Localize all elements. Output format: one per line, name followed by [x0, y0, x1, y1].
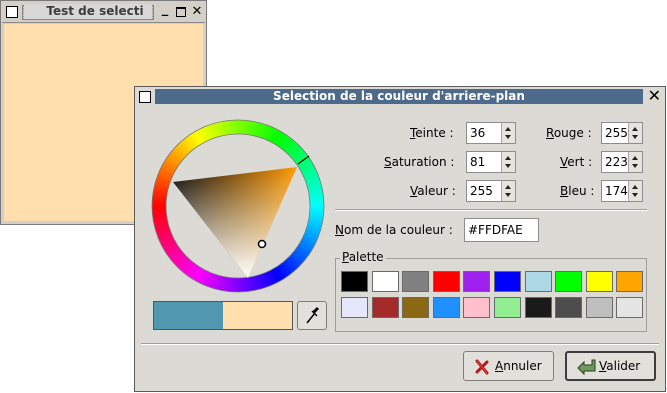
separator	[335, 209, 647, 211]
palette-swatch[interactable]	[524, 297, 552, 318]
palette-swatch[interactable]	[463, 297, 491, 318]
hue-value[interactable]: 36	[470, 126, 485, 140]
eyedropper-icon	[306, 306, 320, 324]
palette-label: Palette	[340, 250, 386, 264]
color-name-input[interactable]: #FFDFAE	[464, 218, 539, 242]
green-stepper-arrows[interactable]	[628, 152, 642, 172]
ok-button[interactable]: Valider	[565, 351, 656, 381]
background-window-titlebar[interactable]: Test de selecti _ ✕	[2, 2, 205, 23]
dialog-menu-icon[interactable]	[139, 91, 151, 103]
blue-stepper-arrows[interactable]	[628, 181, 642, 201]
cancel-x-icon	[475, 359, 489, 375]
palette-swatch[interactable]	[585, 271, 613, 292]
close-icon[interactable]: ✕	[190, 5, 204, 19]
color-preview	[153, 301, 293, 330]
palette-swatch[interactable]	[494, 271, 521, 292]
color-name-label: Nom de la couleur :	[335, 223, 453, 237]
validate-arrow-icon	[577, 359, 596, 376]
button-area-separator	[141, 343, 659, 345]
palette-swatch[interactable]	[524, 271, 552, 292]
palette-swatch[interactable]	[585, 297, 613, 318]
value-stepper-arrows[interactable]	[501, 181, 515, 201]
dialog-titlebar[interactable]: Selection de la couleur d'arriere-plan ✕	[135, 87, 665, 107]
maximize-icon[interactable]	[174, 5, 188, 19]
saturation-label: Saturation :	[384, 155, 455, 169]
dialog-title: Selection de la couleur d'arriere-plan	[155, 89, 643, 104]
palette-swatch[interactable]	[432, 271, 460, 292]
window-menu-icon[interactable]	[6, 6, 18, 18]
palette-swatch[interactable]	[402, 297, 430, 318]
saturation-spinbutton[interactable]: 81	[466, 151, 516, 173]
palette-swatch[interactable]	[494, 297, 521, 318]
palette-swatch[interactable]	[341, 297, 368, 318]
blue-spinbutton[interactable]: 174	[601, 180, 643, 202]
green-value[interactable]: 223	[605, 155, 628, 169]
palette-swatch[interactable]	[402, 271, 430, 292]
red-label: Rouge :	[546, 126, 592, 140]
palette-swatch[interactable]	[371, 297, 399, 318]
palette-swatch[interactable]	[616, 297, 644, 318]
eyedropper-button[interactable]	[297, 301, 327, 330]
color-selection-dialog: Selection de la couleur d'arriere-plan ✕	[134, 86, 666, 392]
blue-value[interactable]: 174	[605, 184, 628, 198]
palette-swatch[interactable]	[341, 271, 368, 292]
hue-label: Teinte :	[410, 126, 454, 140]
palette-frame: Palette	[335, 250, 647, 332]
saturation-stepper-arrows[interactable]	[501, 152, 515, 172]
background-window-title: Test de selecti	[24, 4, 152, 19]
cancel-button[interactable]: Annuler	[463, 351, 554, 381]
value-label: Valeur :	[410, 184, 456, 198]
value-value[interactable]: 255	[470, 184, 493, 198]
color-wheel[interactable]	[151, 119, 325, 293]
color-picker-handle	[257, 239, 267, 249]
red-value[interactable]: 255	[605, 126, 628, 140]
saturation-value[interactable]: 81	[470, 155, 485, 169]
palette-swatch[interactable]	[616, 271, 644, 292]
palette-swatch[interactable]	[555, 297, 583, 318]
minimize-icon[interactable]: _	[158, 3, 172, 17]
red-stepper-arrows[interactable]	[628, 123, 642, 143]
ok-label: Valider	[599, 359, 641, 373]
green-spinbutton[interactable]: 223	[601, 151, 643, 173]
dialog-close-icon[interactable]: ✕	[648, 88, 661, 104]
current-color-swatch	[223, 302, 292, 329]
cancel-label: Annuler	[495, 359, 542, 373]
green-label: Vert :	[560, 155, 593, 169]
palette-swatch[interactable]	[463, 271, 491, 292]
previous-color-swatch	[154, 302, 223, 329]
hue-stepper-arrows[interactable]	[501, 123, 515, 143]
palette-swatch[interactable]	[371, 271, 399, 292]
red-spinbutton[interactable]: 255	[601, 122, 643, 144]
blue-label: Bleu :	[560, 184, 595, 198]
hue-spinbutton[interactable]: 36	[466, 122, 516, 144]
palette-swatch[interactable]	[555, 271, 583, 292]
value-spinbutton[interactable]: 255	[466, 180, 516, 202]
palette-swatch[interactable]	[432, 297, 460, 318]
